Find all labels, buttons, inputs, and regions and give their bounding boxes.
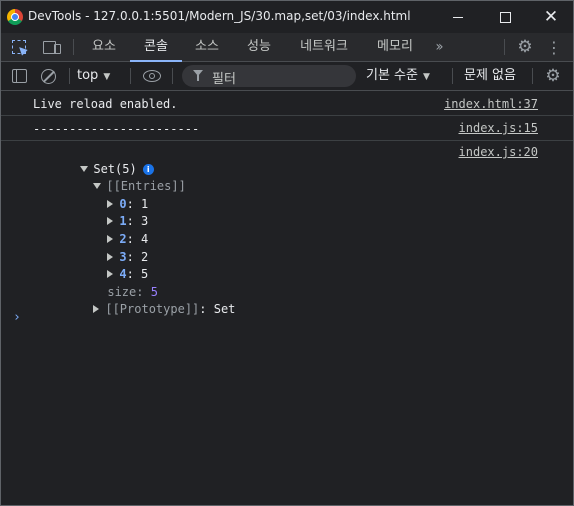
gear-icon: ⚙ — [517, 37, 533, 57]
tab-network[interactable]: 네트워크 — [287, 33, 361, 61]
divider — [130, 68, 131, 84]
filter-input[interactable]: 필터 — [182, 65, 356, 87]
prototype-row[interactable]: [[Prototype]]: Set — [50, 285, 235, 333]
panel-tab-bar: 요소 콘솔 소스 성능 네트워크 메모리 ›› ⚙ ⋮ — [1, 33, 573, 62]
tab-performance[interactable]: 성능 — [235, 33, 283, 61]
console-prompt-chevron-icon[interactable]: › — [13, 310, 21, 325]
tab-sources[interactable]: 소스 — [183, 33, 231, 61]
message-text: ----------------------- — [33, 122, 200, 136]
close-button[interactable]: ✕ — [528, 1, 573, 33]
show-sidebar-button[interactable] — [11, 62, 27, 90]
divider — [532, 68, 533, 84]
console-message: Live reload enabled. index.html:37 — [1, 91, 573, 116]
devtools-window: DevTools - 127.0.0.1:5501/Modern_JS/30.m… — [0, 0, 574, 506]
minimize-button[interactable] — [435, 1, 481, 33]
window-title: DevTools - 127.0.0.1:5501/Modern_JS/30.m… — [28, 9, 411, 23]
source-link[interactable]: index.html:37 — [444, 97, 538, 111]
message-text: Live reload enabled. — [33, 97, 178, 111]
tab-console[interactable]: 콘솔 — [130, 33, 182, 62]
eye-icon — [143, 70, 161, 82]
sidebar-icon — [11, 69, 27, 83]
divider — [73, 39, 74, 55]
prototype-value: Set — [213, 302, 236, 316]
tab-elements[interactable]: 요소 — [81, 33, 127, 61]
prototype-label: [[Prototype]] — [105, 302, 200, 316]
more-tabs-chevron-icon[interactable]: ›› — [429, 33, 447, 61]
source-link[interactable]: index.js:20 — [459, 145, 538, 159]
device-icon — [42, 40, 61, 54]
filter-icon — [193, 70, 203, 81]
divider — [172, 68, 173, 84]
maximize-button[interactable] — [482, 1, 528, 33]
inspect-element-button[interactable] — [9, 33, 29, 61]
settings-button[interactable]: ⚙ — [515, 33, 535, 61]
kebab-menu-icon: ⋮ — [546, 37, 562, 57]
collapsed-triangle-icon — [93, 305, 100, 313]
dropdown-arrow-icon: ▼ — [103, 72, 111, 82]
block-icon — [40, 68, 56, 84]
maximize-icon — [499, 11, 511, 23]
context-label: top — [77, 68, 99, 83]
source-link[interactable]: index.js:15 — [459, 121, 538, 135]
console-settings-button[interactable]: ⚙ — [543, 62, 563, 90]
console-toolbar: top ▼ 필터 기본 수준 ▼ 문제 없음 ⚙ — [1, 62, 573, 91]
console-output: Live reload enabled. index.html:37 -----… — [1, 91, 573, 505]
issues-counter[interactable]: 문제 없음 — [464, 62, 516, 90]
dropdown-arrow-icon: ▼ — [422, 72, 430, 82]
title-bar: DevTools - 127.0.0.1:5501/Modern_JS/30.m… — [1, 1, 573, 33]
close-icon: ✕ — [543, 7, 559, 27]
more-options-button[interactable]: ⋮ — [546, 33, 562, 61]
device-toolbar-button[interactable] — [38, 33, 61, 61]
inspect-icon — [12, 40, 26, 54]
gear-icon: ⚙ — [545, 66, 561, 86]
console-message: ----------------------- index.js:15 — [1, 116, 573, 141]
prototype-colon: : — [199, 302, 214, 316]
divider — [69, 68, 70, 84]
divider — [452, 68, 453, 84]
clear-console-button[interactable] — [39, 62, 57, 90]
context-selector[interactable]: top ▼ — [77, 62, 110, 90]
log-levels-dropdown[interactable]: 기본 수준 ▼ — [366, 62, 430, 90]
divider — [504, 39, 505, 55]
tab-memory[interactable]: 메모리 — [365, 33, 425, 61]
chrome-icon — [7, 9, 23, 25]
live-expression-button[interactable] — [140, 62, 164, 90]
levels-label: 기본 수준 — [366, 68, 418, 83]
filter-placeholder: 필터 — [212, 72, 236, 87]
minimize-icon — [453, 16, 463, 18]
